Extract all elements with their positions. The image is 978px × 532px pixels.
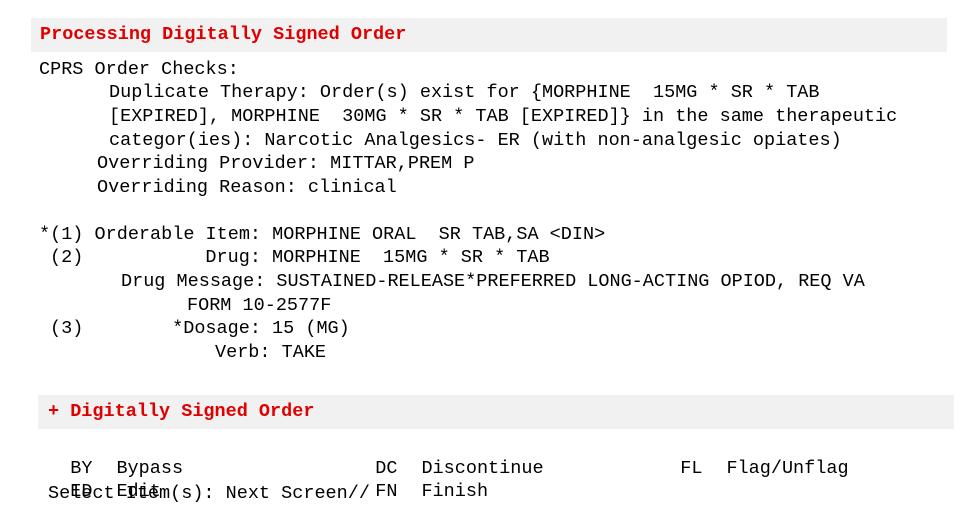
overriding-provider: Overriding Provider: MITTAR,PREM P <box>97 153 475 174</box>
action-finish[interactable]: FN Finish <box>353 459 488 503</box>
order-item-3: (3) *Dosage: 15 (MG) <box>50 318 350 339</box>
order-item-2: (2) Drug: MORPHINE 15MG * SR * TAB <box>50 247 550 268</box>
action-label: Flag/Unflag <box>726 458 849 479</box>
footer-title: + Digitally Signed Order <box>48 401 315 422</box>
order-check-message-line-2: [EXPIRED], MORPHINE 30MG * SR * TAB [EXP… <box>109 106 898 127</box>
drug-message-line-1: Drug Message: SUSTAINED-RELEASE*PREFERRE… <box>121 271 865 292</box>
action-label: Finish <box>421 481 489 502</box>
action-code: FN <box>375 481 398 502</box>
action-code: FL <box>680 458 703 479</box>
footer-bar: + Digitally Signed Order <box>38 395 954 429</box>
order-check-message-line-1: Duplicate Therapy: Order(s) exist for {M… <box>109 82 820 103</box>
drug-message-line-2: FORM 10-2577F <box>187 295 332 316</box>
overriding-reason: Overriding Reason: clinical <box>97 177 397 198</box>
order-checks-heading: CPRS Order Checks: <box>39 59 239 80</box>
action-flag-unflag[interactable]: FL Flag/Unflag <box>658 436 849 480</box>
header-bar: Processing Digitally Signed Order <box>31 18 947 52</box>
select-item-prompt[interactable]: Select Item(s): Next Screen// <box>48 483 370 505</box>
page-title: Processing Digitally Signed Order <box>40 24 407 45</box>
order-item-1: *(1) Orderable Item: MORPHINE ORAL SR TA… <box>39 224 606 245</box>
order-check-message-line-3: categor(ies): Narcotic Analgesics- ER (w… <box>109 130 842 151</box>
order-verb: Verb: TAKE <box>215 342 327 363</box>
